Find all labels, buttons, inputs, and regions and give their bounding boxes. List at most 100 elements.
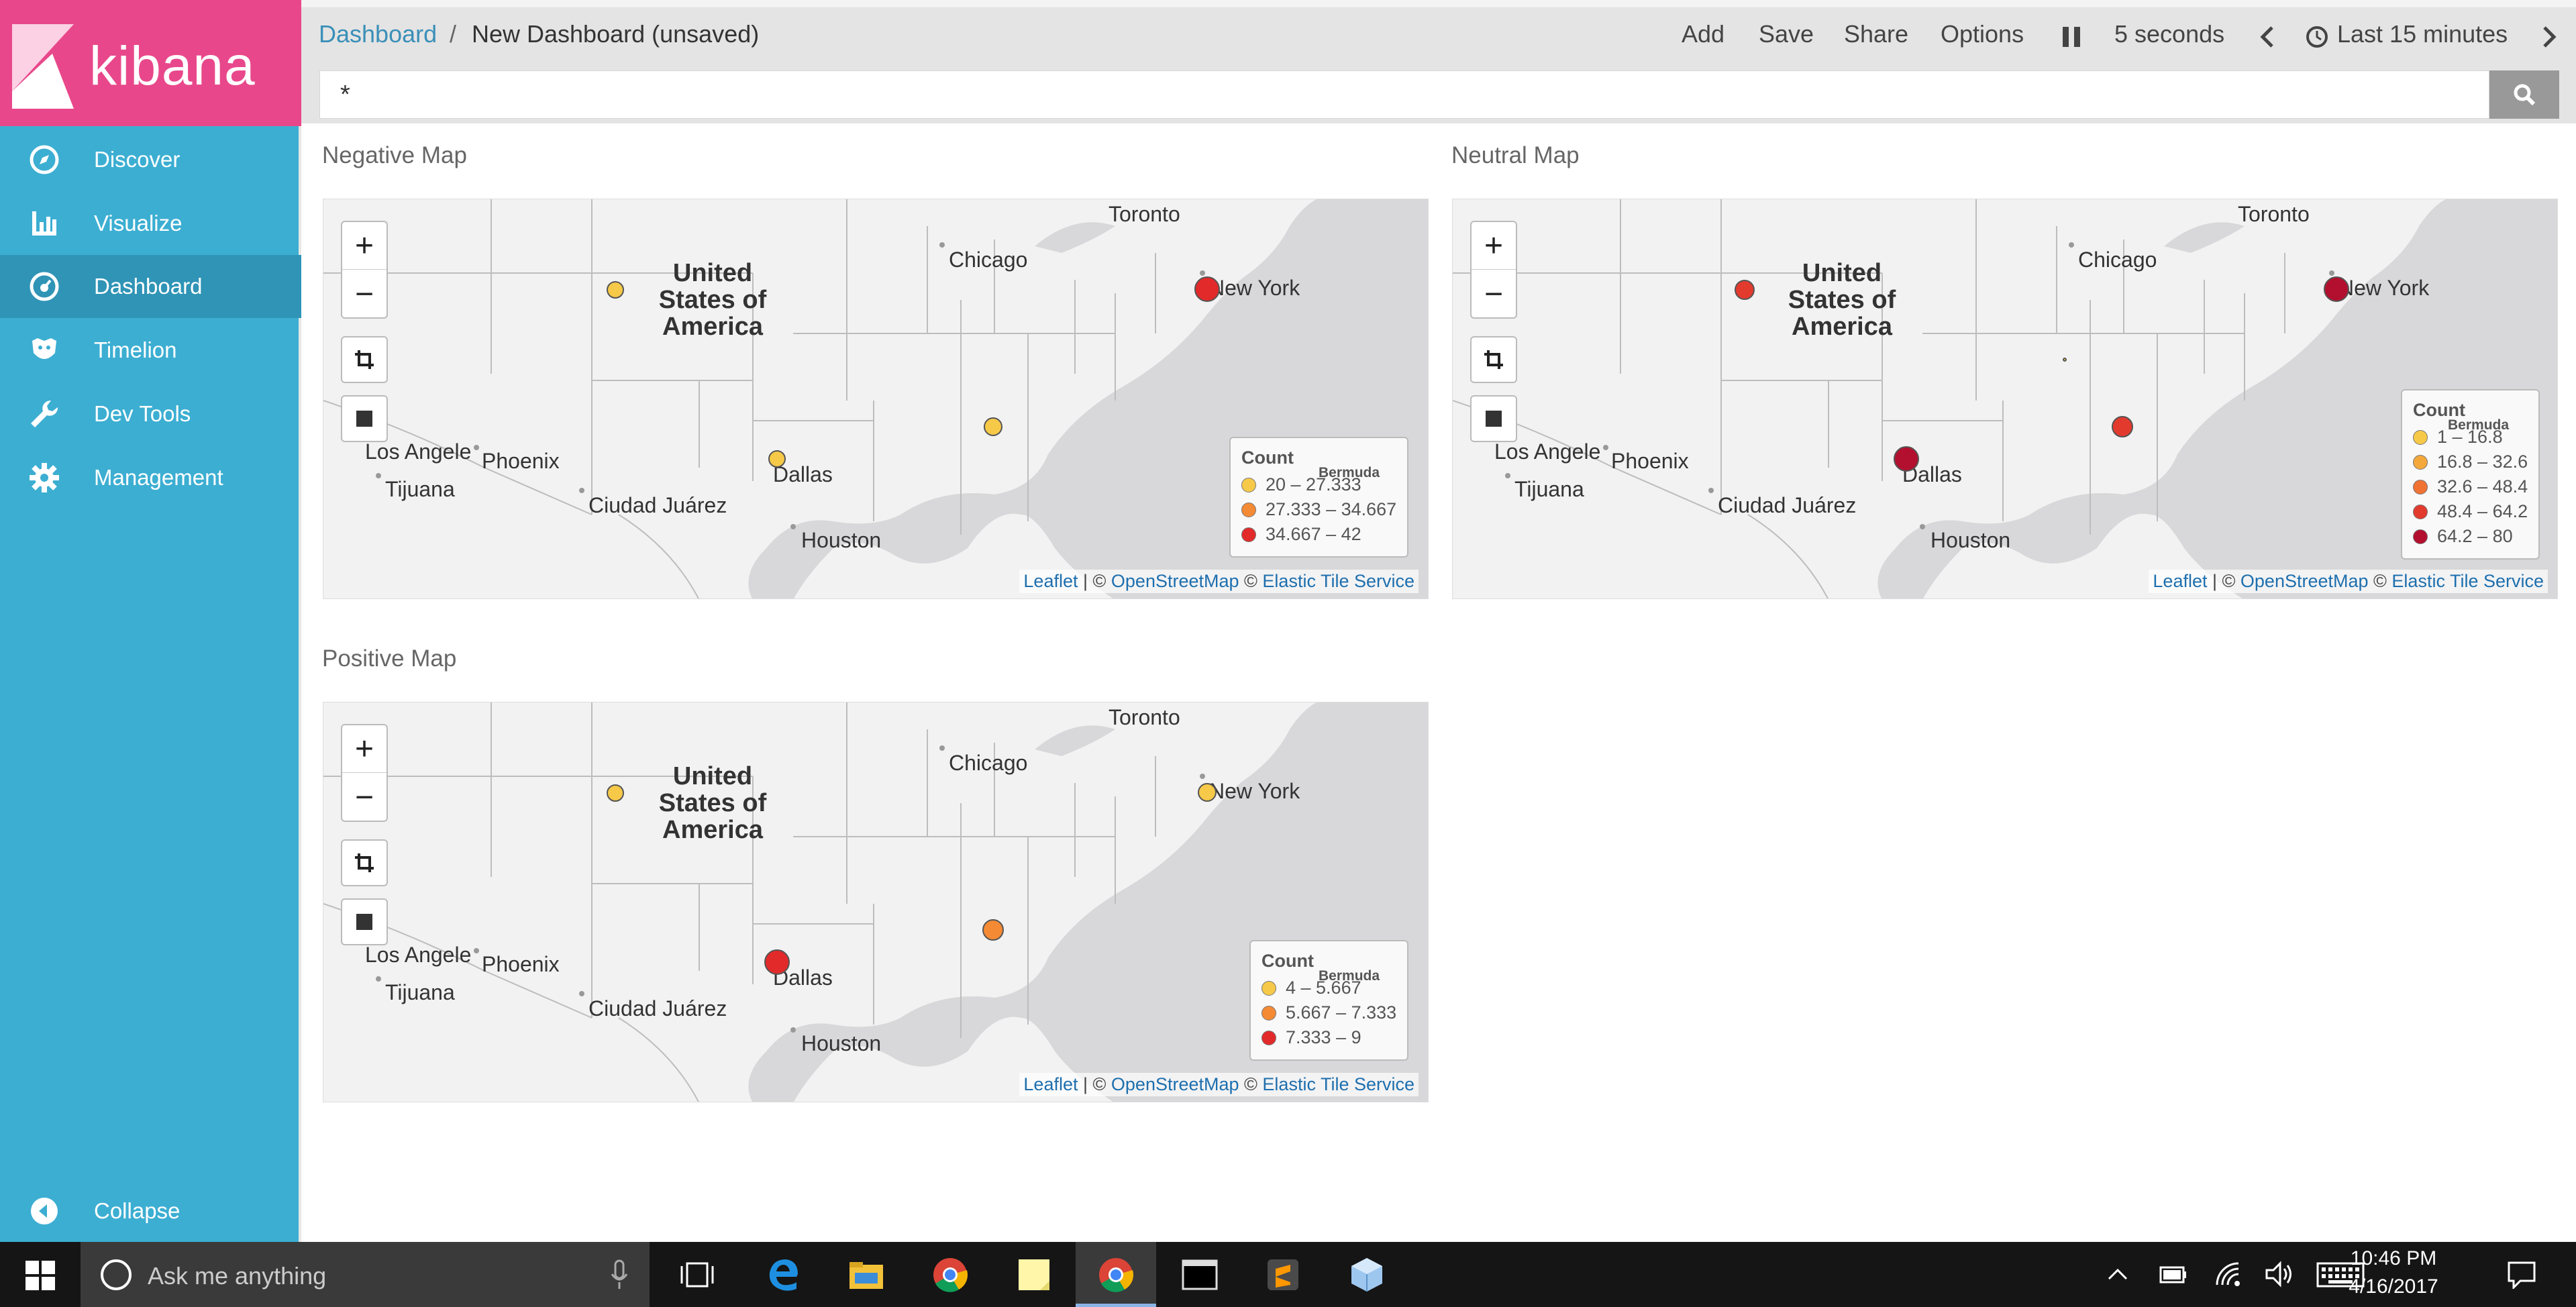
legend-swatch [1261, 1005, 1276, 1021]
chevron-right-icon[interactable] [2542, 25, 2558, 48]
openstreetmap-link[interactable]: OpenStreetMap [1111, 571, 1239, 591]
map-marker[interactable] [1894, 446, 1919, 472]
zoom-out-button[interactable]: − [342, 270, 387, 318]
chevron-up-icon[interactable] [2107, 1267, 2128, 1281]
map-marker[interactable] [2063, 358, 2067, 362]
options-button[interactable]: Options [1941, 20, 2024, 48]
zoom-out-button[interactable]: − [342, 774, 387, 821]
city-label-ciudad-juarez: Ciudad Juárez [588, 493, 727, 517]
collapse-icon [31, 1198, 58, 1224]
map-marker[interactable] [984, 417, 1002, 436]
sidebar-item-visualize[interactable]: Visualize [0, 192, 301, 255]
crop-icon [1484, 350, 1503, 369]
legend-swatch [2413, 504, 2428, 519]
save-button[interactable]: Save [1759, 20, 1814, 48]
map-marker[interactable] [2112, 416, 2133, 437]
breadcrumb-dashboard-link[interactable]: Dashboard [319, 20, 437, 48]
sidebar-item-label: Management [94, 465, 223, 490]
sidebar-item-dashboard[interactable]: Dashboard [0, 255, 301, 318]
map-marker[interactable] [2324, 276, 2349, 302]
sublime-text-icon[interactable] [1265, 1257, 1301, 1293]
virtualbox-icon[interactable] [1349, 1257, 1385, 1293]
collapse-button[interactable]: Collapse [0, 1180, 301, 1243]
dashboard-icon [30, 272, 59, 301]
map-marker[interactable] [1198, 783, 1217, 802]
draw-rectangle-button[interactable] [341, 395, 388, 442]
country-label: United States of America [658, 762, 767, 844]
map-marker[interactable] [982, 919, 1004, 941]
sidebar-item-management[interactable]: Management [0, 446, 301, 509]
chevron-left-icon[interactable] [2259, 25, 2275, 48]
sidebar-item-dev-tools[interactable]: Dev Tools [0, 382, 301, 446]
map-marker[interactable] [607, 281, 624, 299]
search-input[interactable]: * [319, 70, 2489, 119]
terminal-icon[interactable] [1182, 1257, 1218, 1293]
wifi-icon[interactable] [2214, 1261, 2241, 1288]
zoom-in-button[interactable]: + [342, 725, 387, 773]
city-label-ciudad-juarez: Ciudad Juárez [588, 996, 727, 1021]
task-view-icon[interactable] [679, 1257, 715, 1293]
city-label-tijuana: Tijuana [385, 477, 455, 501]
kibana-logo[interactable]: kibana [0, 0, 301, 126]
edge-browser-icon[interactable] [766, 1257, 802, 1293]
openstreetmap-link[interactable]: OpenStreetMap [1111, 1074, 1239, 1094]
city-label-ciudad-juarez: Ciudad Juárez [1718, 493, 1857, 517]
sidebar-item-discover[interactable]: Discover [0, 128, 301, 191]
microphone-icon[interactable] [611, 1259, 628, 1290]
zoom-out-button[interactable]: − [1472, 270, 1516, 318]
city-label-bermuda: Bermuda [1319, 465, 1380, 480]
action-center-icon[interactable] [2507, 1261, 2536, 1289]
windows-start-icon[interactable] [25, 1261, 55, 1290]
map-marker[interactable] [764, 949, 790, 975]
crop-tool-button[interactable] [1470, 336, 1517, 383]
legend-row: 16.8 – 32.6 [2413, 450, 2528, 474]
map-marker[interactable] [1194, 276, 1220, 302]
leaflet-link[interactable]: Leaflet [1023, 1074, 1078, 1094]
legend-row: 34.667 – 42 [1241, 522, 1396, 547]
crop-tool-button[interactable] [341, 839, 388, 886]
bar-chart-icon [32, 211, 56, 236]
map-marker[interactable] [768, 450, 786, 468]
add-button[interactable]: Add [1682, 20, 1724, 48]
crop-tool-button[interactable] [341, 336, 388, 383]
negative-map[interactable]: United States of America Toronto Chicago N… [323, 199, 1429, 599]
chrome-icon[interactable] [932, 1257, 968, 1293]
city-label-los-angeles: Los Angele [365, 943, 472, 967]
city-label-chicago: Chicago [949, 248, 1028, 272]
time-range-picker[interactable]: Last 15 minutes [2337, 20, 2508, 48]
elastic-tile-service-link[interactable]: Elastic Tile Service [1262, 571, 1414, 591]
leaflet-link[interactable]: Leaflet [2153, 571, 2207, 591]
legend-row: 27.333 – 34.667 [1241, 497, 1396, 522]
battery-icon[interactable] [2157, 1262, 2186, 1286]
city-label-tijuana: Tijuana [1514, 477, 1584, 501]
zoom-in-button[interactable]: + [1472, 222, 1516, 270]
sidebar-item-timelion[interactable]: Timelion [0, 319, 301, 382]
sticky-notes-icon[interactable] [1016, 1257, 1052, 1293]
pause-icon[interactable] [2061, 25, 2081, 48]
draw-rectangle-button[interactable] [341, 898, 388, 945]
active-chrome-task[interactable] [1076, 1242, 1156, 1307]
clock-date[interactable]: 4/16/2017 [2340, 1275, 2447, 1298]
clock-time[interactable]: 10:46 PM [2340, 1247, 2447, 1270]
draw-rectangle-button[interactable] [1470, 395, 1517, 442]
file-explorer-icon[interactable] [848, 1257, 884, 1293]
openstreetmap-link[interactable]: OpenStreetMap [2240, 571, 2369, 591]
legend-label: 16.8 – 32.6 [2437, 452, 2528, 472]
map-marker[interactable] [1735, 280, 1755, 300]
city-label-toronto: Toronto [1109, 705, 1180, 729]
logo-text: kibana [89, 36, 256, 97]
elastic-tile-service-link[interactable]: Elastic Tile Service [1262, 1074, 1414, 1094]
elastic-tile-service-link[interactable]: Elastic Tile Service [2391, 571, 2544, 591]
leaflet-link[interactable]: Leaflet [1023, 571, 1078, 591]
city-label-chicago: Chicago [2078, 248, 2157, 272]
volume-icon[interactable] [2264, 1261, 2294, 1288]
legend-label: 34.667 – 42 [1266, 524, 1361, 544]
search-button[interactable] [2489, 70, 2559, 119]
zoom-in-button[interactable]: + [342, 222, 387, 270]
share-button[interactable]: Share [1844, 20, 1908, 48]
attribution-separator: | © [1078, 1074, 1111, 1094]
map-marker[interactable] [607, 784, 624, 802]
positive-map[interactable]: United States of America Toronto Chicago N… [323, 702, 1429, 1102]
refresh-interval[interactable]: 5 seconds [2114, 20, 2224, 48]
neutral-map[interactable]: United States of America Toronto Chicago N… [1452, 199, 2558, 599]
